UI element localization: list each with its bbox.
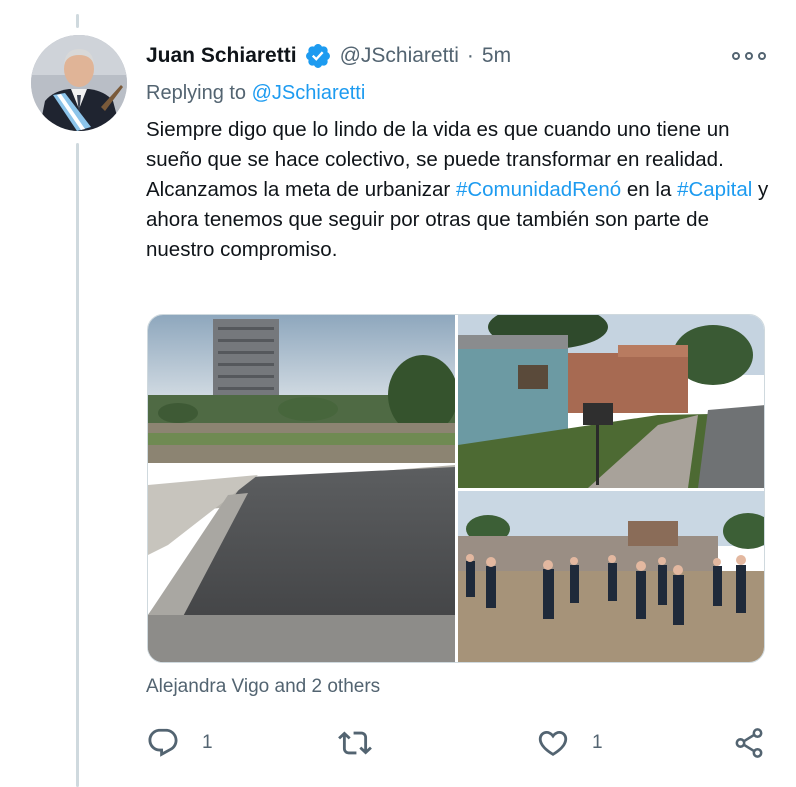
photo-paved-street[interactable] bbox=[148, 315, 455, 662]
like-count: 1 bbox=[592, 732, 603, 753]
replying-to-mention[interactable]: @JSchiaretti bbox=[252, 82, 366, 104]
like-icon bbox=[538, 730, 568, 756]
reply-icon bbox=[148, 728, 178, 757]
share-icon bbox=[735, 728, 763, 758]
hashtag-link[interactable]: #Capital bbox=[677, 178, 752, 201]
reply-count: 1 bbox=[202, 732, 213, 753]
thread-line-top bbox=[76, 14, 79, 28]
like-button[interactable]: 1 bbox=[536, 722, 603, 764]
reply-button[interactable]: 1 bbox=[146, 722, 213, 764]
author-display-name[interactable]: Juan Schiaretti bbox=[146, 44, 297, 68]
author-handle[interactable]: @JSchiaretti bbox=[340, 44, 459, 68]
hashtag-link[interactable]: #ComunidadRenó bbox=[456, 178, 621, 201]
verified-badge-icon bbox=[304, 42, 332, 70]
photo-community-group[interactable] bbox=[458, 491, 764, 662]
retweet-icon bbox=[338, 731, 372, 755]
tweet-text-part: en la bbox=[621, 178, 678, 201]
share-button[interactable] bbox=[732, 722, 766, 764]
thread-line bbox=[76, 143, 79, 787]
retweet-button[interactable] bbox=[338, 722, 372, 764]
avatar-image bbox=[31, 35, 127, 131]
more-options-icon[interactable] bbox=[732, 44, 766, 68]
tweet-text: Siempre digo que lo lindo de la vida es … bbox=[146, 115, 776, 265]
media-grid bbox=[147, 314, 765, 663]
replying-to: Replying to @JSchiaretti bbox=[146, 82, 365, 105]
replying-to-label: Replying to bbox=[146, 82, 247, 104]
liked-by-text[interactable]: Alejandra Vigo and 2 others bbox=[146, 676, 380, 698]
avatar[interactable] bbox=[31, 35, 127, 131]
tweet-timestamp[interactable]: 5m bbox=[482, 44, 511, 68]
tweet-actions: 1 1 bbox=[146, 722, 766, 764]
separator-dot: · bbox=[466, 44, 474, 67]
tweet-header: Juan Schiaretti @JSchiaretti · 5m bbox=[146, 39, 511, 73]
photo-houses-sidewalk[interactable] bbox=[458, 315, 764, 488]
